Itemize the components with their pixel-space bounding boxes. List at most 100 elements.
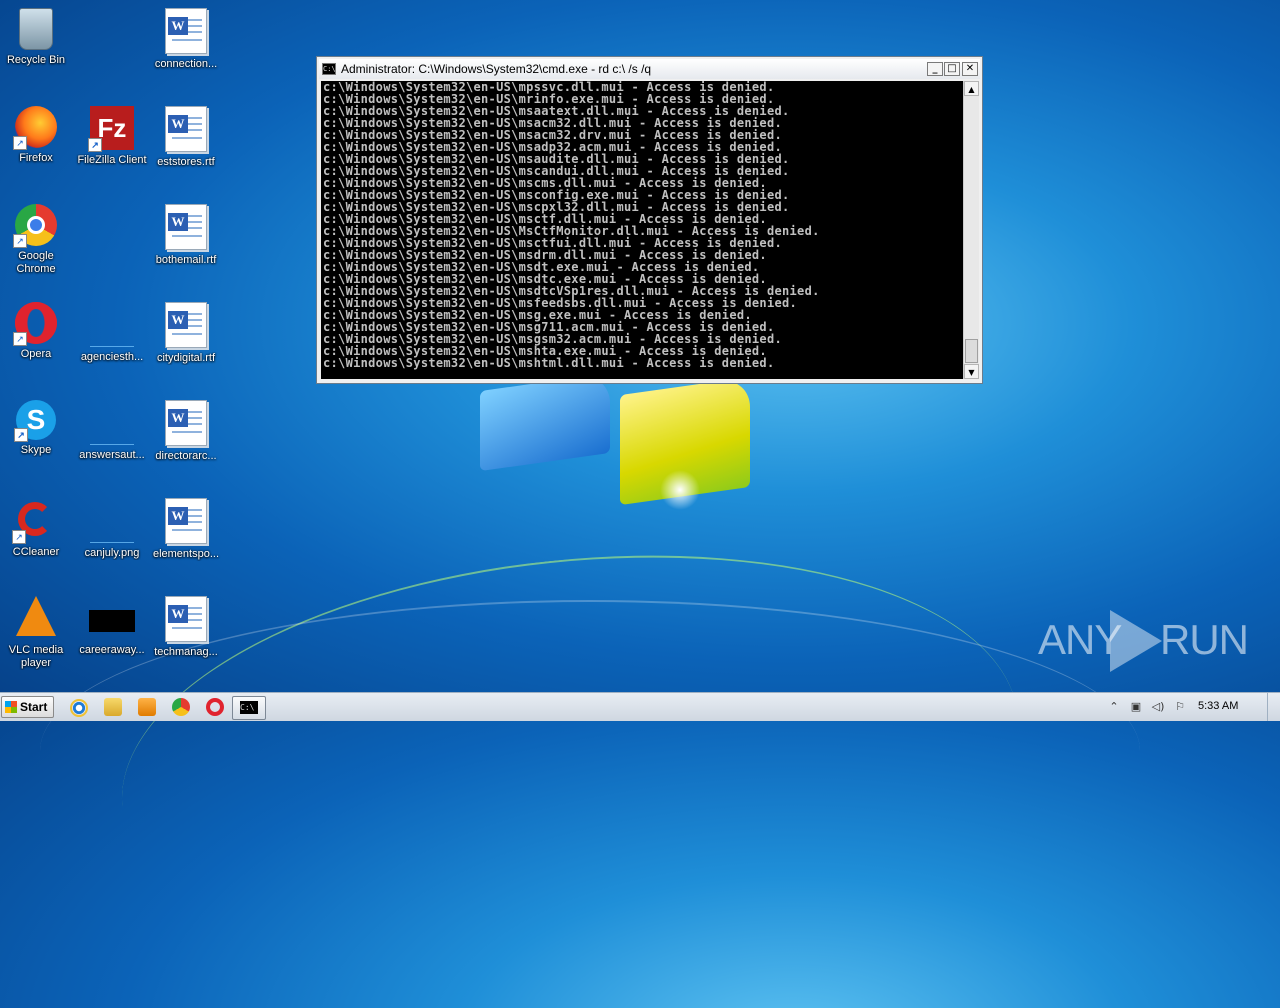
shortcut-arrow-icon: ↗ — [88, 138, 102, 152]
desktop-icon-elementspo[interactable]: W elementspo... — [148, 498, 224, 561]
scrollbar-thumb[interactable] — [965, 339, 978, 363]
word-document-icon: W — [165, 596, 207, 642]
windows-logo — [480, 372, 770, 512]
desktop-icon-label: Firefox — [19, 152, 53, 164]
opera-icon: ↗ — [13, 302, 57, 346]
desktop-icon-citydigital[interactable]: W citydigital.rtf — [148, 302, 224, 365]
desktop-icon-google-chrome[interactable]: ↗ Google Chrome — [0, 204, 74, 276]
console-line: c:\Windows\System32\en-US\mshtml.dll.mui… — [323, 356, 775, 370]
cmd-window-title: Administrator: C:\Windows\System32\cmd.e… — [341, 62, 652, 76]
clock[interactable]: 5:33 AM — [1198, 700, 1238, 712]
desktop-icon-label: canjuly.png — [84, 547, 140, 559]
media-player-icon[interactable] — [138, 698, 156, 716]
word-document-icon: W — [165, 106, 207, 152]
cmd-titlebar[interactable]: C:\ Administrator: C:\Windows\System32\c… — [319, 59, 980, 79]
shortcut-arrow-icon: ↗ — [13, 136, 27, 150]
desktop-icon-label: citydigital.rtf — [156, 352, 216, 364]
desktop-icon-filezilla[interactable]: Fz ↗ FileZilla Client — [74, 106, 150, 167]
watermark-text-right: RUN — [1160, 616, 1249, 663]
close-button[interactable]: ✕ — [962, 62, 978, 76]
show-hidden-icon[interactable]: ⌃ — [1106, 699, 1122, 715]
desktop-icon-ccleaner[interactable]: ↗ CCleaner — [0, 498, 74, 559]
word-document-icon: W — [165, 8, 207, 54]
desktop-icon-recycle-bin[interactable]: Recycle Bin — [0, 8, 74, 67]
word-document-icon: W — [165, 400, 207, 446]
shortcut-arrow-icon: ↗ — [14, 428, 28, 442]
shortcut-arrow-icon: ↗ — [13, 234, 27, 248]
desktop-icon-label: agenciesth... — [80, 351, 144, 363]
watermark-text-left: ANY — [1038, 616, 1122, 663]
word-document-icon: W — [165, 204, 207, 250]
volume-icon[interactable]: ◁) — [1150, 699, 1166, 715]
image-file-icon — [90, 520, 134, 543]
scroll-up-arrow-icon[interactable]: ▲ — [964, 81, 979, 96]
blank-file-icon — [90, 422, 134, 445]
windows-flag-icon — [5, 701, 17, 713]
word-document-icon: W — [165, 302, 207, 348]
desktop-icon-label: directorarc... — [155, 450, 217, 462]
desktop-icon-label: careeraway... — [79, 644, 145, 656]
desktop-icon-label: CCleaner — [12, 546, 60, 558]
desktop-icon-label: Recycle Bin — [6, 54, 66, 66]
shortcut-arrow-icon: ↗ — [12, 530, 26, 544]
cmd-window[interactable]: C:\ Administrator: C:\Windows\System32\c… — [316, 56, 983, 384]
internet-explorer-icon[interactable] — [70, 699, 88, 717]
desktop-icon-vlc[interactable]: VLC media player — [0, 596, 74, 670]
desktop-icon-label: Google Chrome — [16, 250, 56, 275]
start-button[interactable]: Start — [1, 696, 54, 718]
minimize-button[interactable]: _ — [927, 62, 943, 76]
play-triangle-icon — [1110, 610, 1162, 672]
firefox-icon: ↗ — [13, 106, 57, 150]
desktop-icon-label: bothemail.rtf — [155, 254, 217, 266]
chrome-icon[interactable] — [172, 698, 190, 716]
windows-logo-blue-pane — [480, 372, 610, 472]
windows-explorer-icon[interactable] — [104, 698, 122, 716]
recycle-bin-icon — [19, 8, 53, 50]
action-center-flag-icon[interactable]: ⚐ — [1172, 699, 1188, 715]
desktop-icon-firefox[interactable]: ↗ Firefox — [0, 106, 74, 165]
desktop-icon-label: Opera — [20, 348, 52, 360]
network-icon[interactable]: ▣ — [1128, 699, 1144, 715]
start-label: Start — [20, 700, 48, 714]
desktop-icon-label: VLC media player — [8, 644, 64, 669]
scroll-down-arrow-icon[interactable]: ▼ — [964, 364, 979, 379]
taskbar: Start ⌃ ▣ ◁) ⚐ 5:33 AM — [0, 692, 1280, 721]
desktop-icon-opera[interactable]: ↗ Opera — [0, 302, 74, 361]
desktop-icon-label: techmanag... — [154, 646, 218, 658]
desktop-icon-label: eststores.rtf — [157, 156, 215, 168]
blank-file-icon — [90, 324, 134, 347]
desktop-icon-bothemail[interactable]: W bothemail.rtf — [148, 204, 224, 267]
desktop-icon-directorarc[interactable]: W directorarc... — [148, 400, 224, 463]
desktop-icon-connection[interactable]: W connection... — [148, 8, 224, 71]
opera-icon[interactable] — [206, 698, 224, 716]
vlc-cone-icon — [16, 596, 56, 636]
skype-icon: S ↗ — [14, 400, 56, 442]
wallpaper-glow — [660, 470, 700, 510]
desktop-icon-label: elementspo... — [152, 548, 220, 560]
anyrun-watermark: ANY RUN — [1038, 606, 1249, 676]
desktop-icon-agenciesth[interactable]: agenciesth... — [74, 302, 150, 364]
cmd-scrollbar[interactable]: ▲ ▼ — [963, 81, 979, 379]
desktop-icon-label: Skype — [20, 444, 52, 456]
desktop-icon-eststores[interactable]: W eststores.rtf — [148, 106, 224, 169]
show-desktop-button[interactable] — [1267, 693, 1280, 721]
cmd-app-icon: C:\ — [322, 63, 336, 75]
system-tray: ⌃ ▣ ◁) ⚐ 5:33 AM — [1098, 693, 1280, 721]
word-document-icon: W — [165, 498, 207, 544]
black-image-thumbnail-icon — [89, 610, 135, 632]
chrome-icon: ↗ — [13, 204, 57, 248]
desktop-icon-careeraway[interactable]: careeraway... — [74, 596, 150, 657]
desktop-icon-answersaut[interactable]: answersaut... — [74, 400, 150, 462]
desktop-icon-label: answersaut... — [79, 449, 145, 461]
ccleaner-icon: ↗ — [12, 498, 58, 544]
maximize-button[interactable]: □ — [944, 62, 960, 76]
filezilla-icon: Fz ↗ — [88, 106, 134, 152]
desktop-icon-label: connection... — [154, 58, 218, 70]
desktop-icon-skype[interactable]: S ↗ Skype — [0, 400, 74, 457]
cmd-console-output[interactable]: c:\Windows\System32\en-US\mpssvc.dll.mui… — [321, 81, 963, 379]
cmd-taskbar-button[interactable] — [232, 696, 266, 720]
desktop-icon-label: FileZilla Client — [77, 154, 147, 166]
desktop-icon-techmanag[interactable]: W techmanag... — [148, 596, 224, 659]
shortcut-arrow-icon: ↗ — [13, 332, 27, 346]
desktop-icon-canjuly[interactable]: canjuly.png — [74, 498, 150, 560]
